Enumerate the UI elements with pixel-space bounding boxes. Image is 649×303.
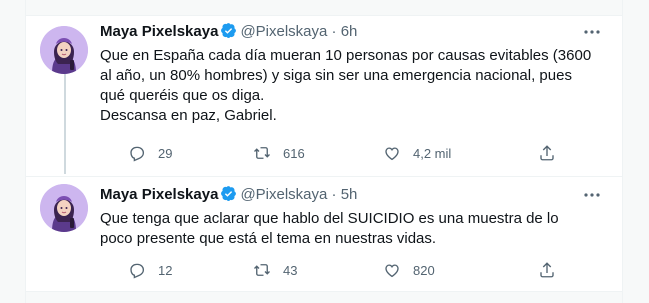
- reply-count: 29: [158, 145, 173, 161]
- reply-icon: [130, 263, 145, 279]
- share-button[interactable]: [538, 143, 556, 163]
- tweet-text: Que en España cada día mueran 10 persona…: [100, 46, 612, 126]
- like-count: 820: [413, 262, 435, 278]
- tweet-header: Maya Pixelskaya @Pixelskaya · 5h: [100, 185, 357, 208]
- retweet-count: 43: [283, 262, 298, 278]
- like-button[interactable]: 820: [383, 260, 435, 280]
- like-icon: [385, 147, 399, 161]
- timeline-column: Maya Pixelskaya @Pixelskaya · 6h Que en E…: [25, 0, 623, 303]
- bottom-separator: [26, 291, 622, 303]
- tweet[interactable]: Maya Pixelskaya @Pixelskaya · 6h Que en E…: [26, 0, 622, 176]
- tweet-actions: 29 616 4,2 mil: [100, 143, 560, 163]
- avatar-illustration-icon: [40, 26, 88, 74]
- avatar[interactable]: [40, 26, 88, 74]
- retweet-count: 616: [283, 145, 305, 161]
- reply-button[interactable]: 29: [128, 143, 172, 163]
- verified-badge-icon: [220, 22, 237, 45]
- time-separator: ·: [331, 23, 337, 40]
- like-icon: [385, 264, 399, 278]
- tweet[interactable]: Maya Pixelskaya @Pixelskaya · 5h Que teng…: [26, 177, 622, 291]
- avatar[interactable]: [40, 184, 88, 232]
- like-count: 4,2 mil: [413, 145, 452, 161]
- more-options-button[interactable]: [580, 185, 604, 205]
- share-icon: [540, 262, 554, 278]
- author-handle[interactable]: @Pixelskaya: [240, 23, 327, 40]
- tweet-body: Que tenga que aclarar que hablo del SUIC…: [100, 210, 559, 247]
- share-button[interactable]: [538, 260, 556, 280]
- verified-badge-icon: [220, 185, 237, 208]
- more-icon: [584, 193, 600, 197]
- tweet-time[interactable]: 6h: [341, 23, 358, 40]
- author-name[interactable]: Maya Pixelskaya: [100, 23, 218, 40]
- reply-count: 12: [158, 262, 173, 278]
- reply-button[interactable]: 12: [128, 260, 172, 280]
- more-icon: [584, 30, 600, 34]
- author-handle[interactable]: @Pixelskaya: [240, 186, 327, 203]
- tweet-time[interactable]: 5h: [341, 186, 358, 203]
- more-options-button[interactable]: [580, 22, 604, 42]
- retweet-button[interactable]: 43: [253, 260, 297, 280]
- like-button[interactable]: 4,2 mil: [383, 143, 451, 163]
- retweet-icon: [254, 147, 270, 159]
- share-icon: [540, 145, 554, 161]
- reply-icon: [130, 146, 145, 162]
- author-name[interactable]: Maya Pixelskaya: [100, 186, 218, 203]
- retweet-icon: [254, 264, 270, 276]
- time-separator: ·: [331, 186, 337, 203]
- retweet-button[interactable]: 616: [253, 143, 305, 163]
- tweet-header: Maya Pixelskaya @Pixelskaya · 6h: [100, 22, 357, 45]
- avatar-illustration-icon: [40, 184, 88, 232]
- tweet-body: Que en España cada día mueran 10 persona…: [100, 47, 592, 124]
- tweet-actions: 12 43 820: [100, 260, 560, 280]
- tweet-text: Que tenga que aclarar que hablo del SUIC…: [100, 209, 612, 249]
